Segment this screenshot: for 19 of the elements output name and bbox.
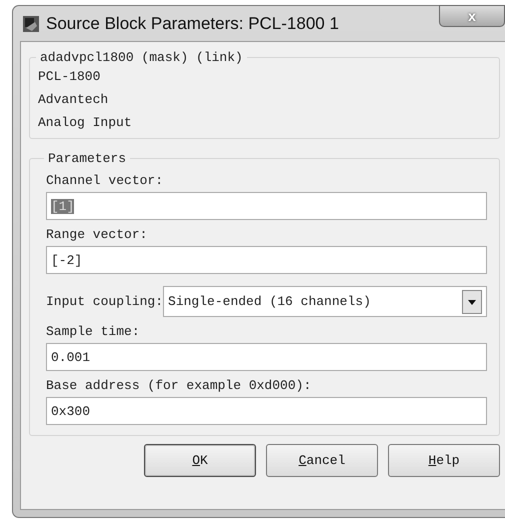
field-label: Channel vector: — [46, 172, 164, 190]
description-line: Analog Input — [38, 114, 133, 132]
field-label: Sample time: — [46, 323, 141, 341]
dialog-button[interactable]: OK — [144, 444, 256, 477]
field-label: Range vector: — [46, 226, 148, 244]
block-icon — [22, 14, 40, 32]
input-field[interactable]: 0.001 — [46, 343, 487, 371]
dropdown[interactable]: Single-ended (16 channels) — [163, 286, 487, 317]
input-field[interactable]: [-2] — [46, 246, 487, 274]
field-label: Base address (for example 0xd000): — [46, 377, 312, 395]
group-legend: adadvpcl1800 (mask) (link) — [36, 50, 247, 65]
group-legend: Parameters — [44, 151, 130, 166]
field-label: Input coupling: — [46, 294, 164, 309]
window-title: Source Block Parameters: PCL-1800 1 — [46, 14, 339, 34]
input-field[interactable]: 0x300 — [46, 397, 487, 425]
description-line: PCL-1800 — [38, 68, 102, 86]
dialog-button[interactable]: Cancel — [266, 444, 378, 477]
description-line: Advantech — [38, 91, 110, 109]
dialog-button[interactable]: Help — [388, 444, 500, 477]
